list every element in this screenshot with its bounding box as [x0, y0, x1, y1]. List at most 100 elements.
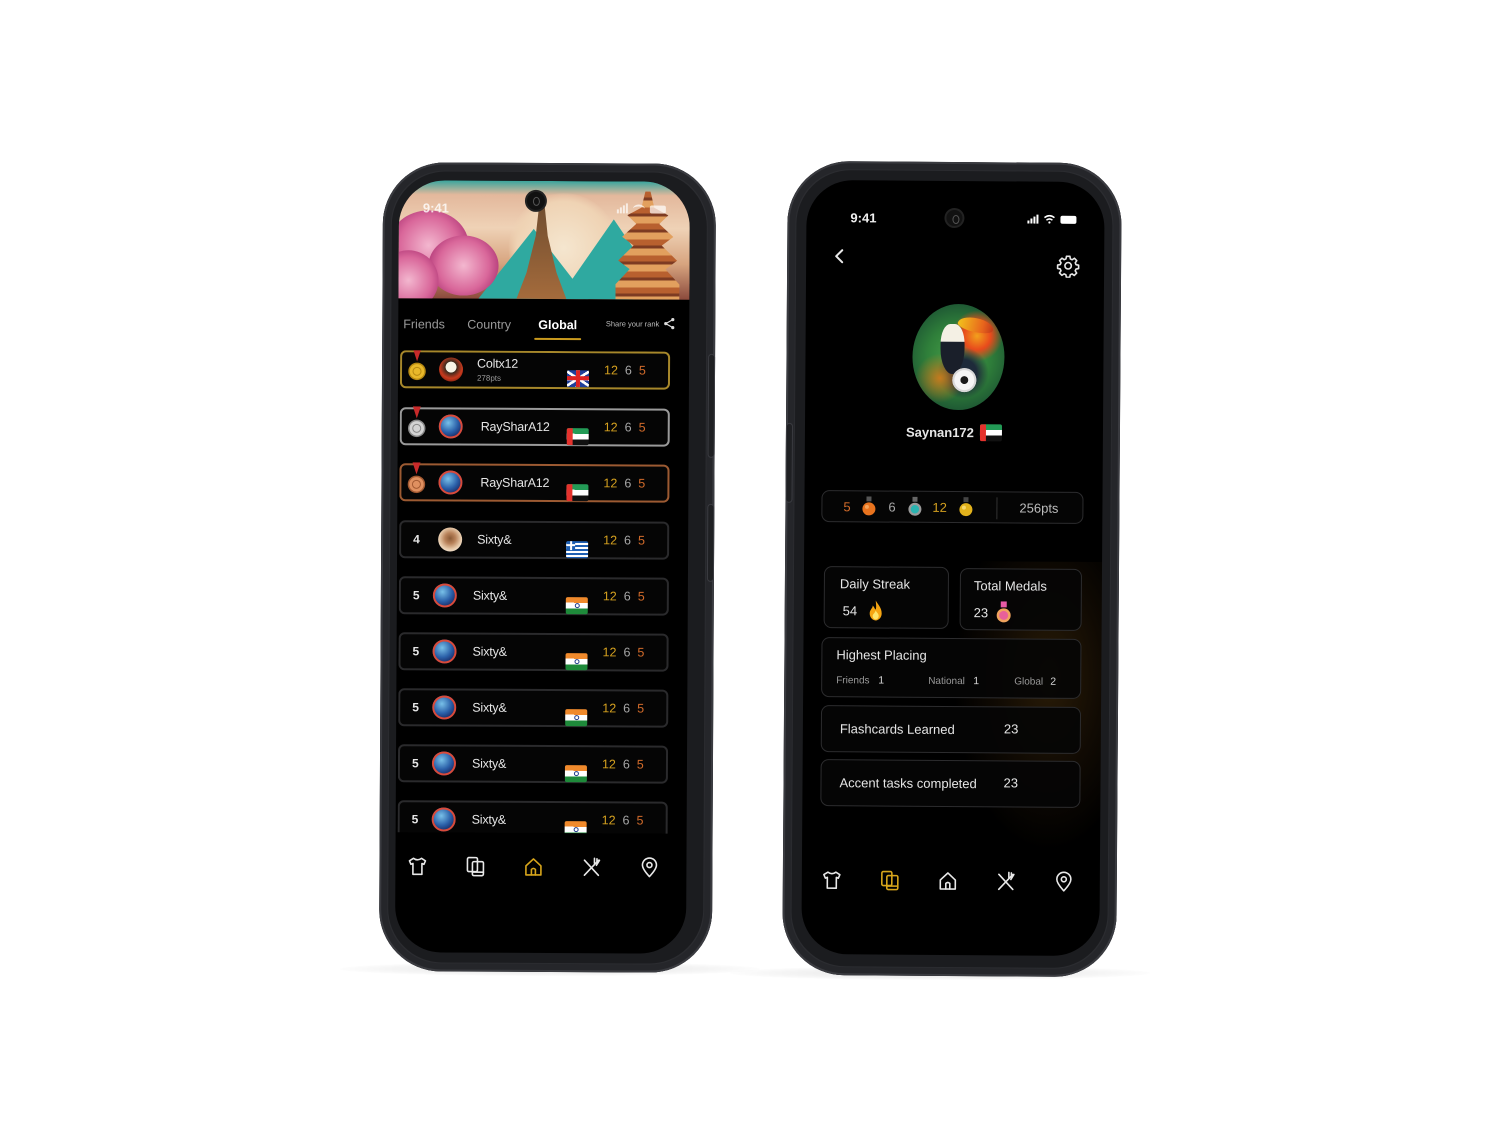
wifi-icon — [632, 204, 645, 214]
medal-scores: 12 6 5 — [603, 589, 645, 603]
flashcards-learned-value: 23 — [1003, 721, 1019, 737]
side-button — [785, 422, 794, 503]
bronze-score: 5 — [636, 757, 644, 772]
nav-food-button[interactable] — [579, 855, 603, 879]
gold-score: 12 — [602, 645, 617, 660]
back-button[interactable] — [830, 246, 850, 266]
total-medals-value: 23 — [973, 605, 989, 621]
bottom-nav — [395, 848, 686, 890]
silver-score: 6 — [623, 645, 631, 660]
silver-score: 6 — [623, 589, 631, 604]
signal-icon — [616, 203, 628, 214]
bronze-score: 5 — [638, 420, 646, 435]
bronze-score: 5 — [637, 589, 645, 604]
tab-friends[interactable]: Friends — [403, 317, 445, 331]
player-name: Sixty& — [472, 588, 508, 603]
share-icon — [664, 318, 675, 330]
divider — [996, 497, 998, 520]
shirt-icon — [823, 871, 841, 889]
player-points: 278pts — [476, 373, 502, 383]
leaderboard-row[interactable]: Coltx12 278pts 12 6 5 — [399, 350, 671, 390]
leaderboard-row[interactable]: 5 Sixty& 12 6 5 — [398, 688, 669, 728]
accent-tasks-card[interactable]: Accent tasks completed 23 — [820, 759, 1081, 808]
food-icon — [997, 871, 1015, 891]
global-placing-label: Global — [1014, 676, 1044, 688]
player-name: RaySharA12 — [480, 475, 550, 491]
nav-home-button[interactable] — [521, 855, 545, 879]
friends-placing-value: 1 — [878, 674, 885, 687]
flashcards-icon — [466, 856, 485, 877]
banner-blossom — [428, 235, 499, 296]
share-rank-button[interactable]: Share your rank — [606, 317, 675, 330]
battery-icon — [1060, 215, 1077, 224]
accent-tasks-label: Accent tasks completed — [839, 775, 977, 792]
location-pin-icon — [1056, 871, 1072, 892]
national-placing-value: 1 — [973, 675, 980, 688]
nav-flashcards-button[interactable] — [878, 868, 902, 892]
daily-streak-card: Daily Streak 54 — [823, 566, 950, 629]
tab-global[interactable]: Global — [538, 318, 577, 332]
nav-location-pin-button[interactable] — [1052, 870, 1076, 894]
medal-scores: 12 6 5 — [602, 813, 644, 827]
leaderboard-row[interactable]: RaySharA12 12 6 5 — [399, 406, 670, 447]
bronze-score: 5 — [637, 701, 645, 716]
leaderboard-row[interactable]: 4 Sixty& 12 6 5 — [399, 520, 670, 560]
nav-flashcards-button[interactable] — [463, 855, 487, 879]
leaderboard-row[interactable]: RaySharA12 12 6 5 — [399, 462, 670, 503]
nav-shirt-button[interactable] — [820, 868, 844, 892]
flame-icon — [869, 600, 882, 621]
player-avatar — [431, 751, 457, 776]
medal-scores: 12 6 5 — [602, 757, 644, 771]
leaderboard-row[interactable]: 5 Sixty& 12 6 5 — [398, 576, 669, 616]
leaderboard-row[interactable]: 5 Sixty& 12 6 5 — [397, 800, 668, 834]
uae-flag-icon — [979, 424, 1002, 442]
highest-placing-title: Highest Placing — [836, 647, 927, 663]
india-flag-icon — [564, 764, 587, 782]
medal-scores: 12 6 5 — [602, 701, 644, 715]
rank-number: 5 — [412, 700, 419, 715]
profile-name-row: Saynan172 — [805, 423, 1103, 442]
global-placing-value: 2 — [1050, 675, 1057, 688]
silver-score: 6 — [624, 420, 632, 435]
india-flag-icon — [564, 820, 587, 834]
profile-avatar[interactable] — [912, 303, 1005, 411]
nav-home-button[interactable] — [936, 869, 960, 893]
nav-food-button[interactable] — [994, 869, 1018, 893]
gold-count: 12 — [932, 499, 947, 515]
player-avatar — [432, 583, 457, 608]
player-name: Sixty& — [472, 700, 507, 715]
india-flag-icon — [565, 708, 588, 726]
medal-summary-bar: 5 6 12 256pts — [821, 490, 1084, 524]
gold-score: 12 — [603, 476, 618, 491]
flashcards-icon — [880, 870, 899, 891]
battery-icon — [649, 205, 666, 214]
greece-flag-icon — [566, 540, 589, 558]
leaderboard-row[interactable]: 5 Sixty& 12 6 5 — [398, 632, 669, 672]
home-icon — [525, 858, 542, 876]
daily-streak-value: 54 — [842, 603, 858, 619]
bottom-nav — [802, 862, 1100, 904]
gold-medal-icon — [408, 350, 426, 381]
flashcards-learned-card[interactable]: Flashcards Learned 23 — [820, 705, 1082, 754]
player-avatar — [438, 414, 463, 439]
silver-potion-icon — [908, 496, 922, 516]
medal-scores: 12 6 5 — [603, 645, 645, 659]
nav-shirt-button[interactable] — [405, 854, 429, 878]
settings-button[interactable] — [1056, 254, 1080, 279]
leaderboard-tabs: Friends Country Global Share your rank — [398, 305, 689, 341]
rank-number: 5 — [411, 756, 419, 771]
nav-location-pin-button[interactable] — [637, 855, 661, 879]
gold-score: 12 — [602, 701, 617, 716]
bronze-score: 5 — [637, 645, 645, 660]
india-flag-icon — [565, 652, 588, 670]
toucan-body — [940, 323, 965, 375]
status-time: 9:41 — [422, 200, 449, 216]
leaderboard-row[interactable]: 5 Sixty& 12 6 5 — [397, 744, 669, 784]
silver-score: 6 — [623, 701, 631, 716]
medal-scores: 12 6 5 — [603, 533, 645, 547]
tab-country[interactable]: Country — [467, 318, 511, 332]
player-name: Coltx12 — [477, 356, 519, 371]
uae-flag-icon — [566, 427, 589, 445]
bronze-potion-icon — [862, 496, 876, 516]
player-name: Sixty& — [472, 644, 507, 659]
